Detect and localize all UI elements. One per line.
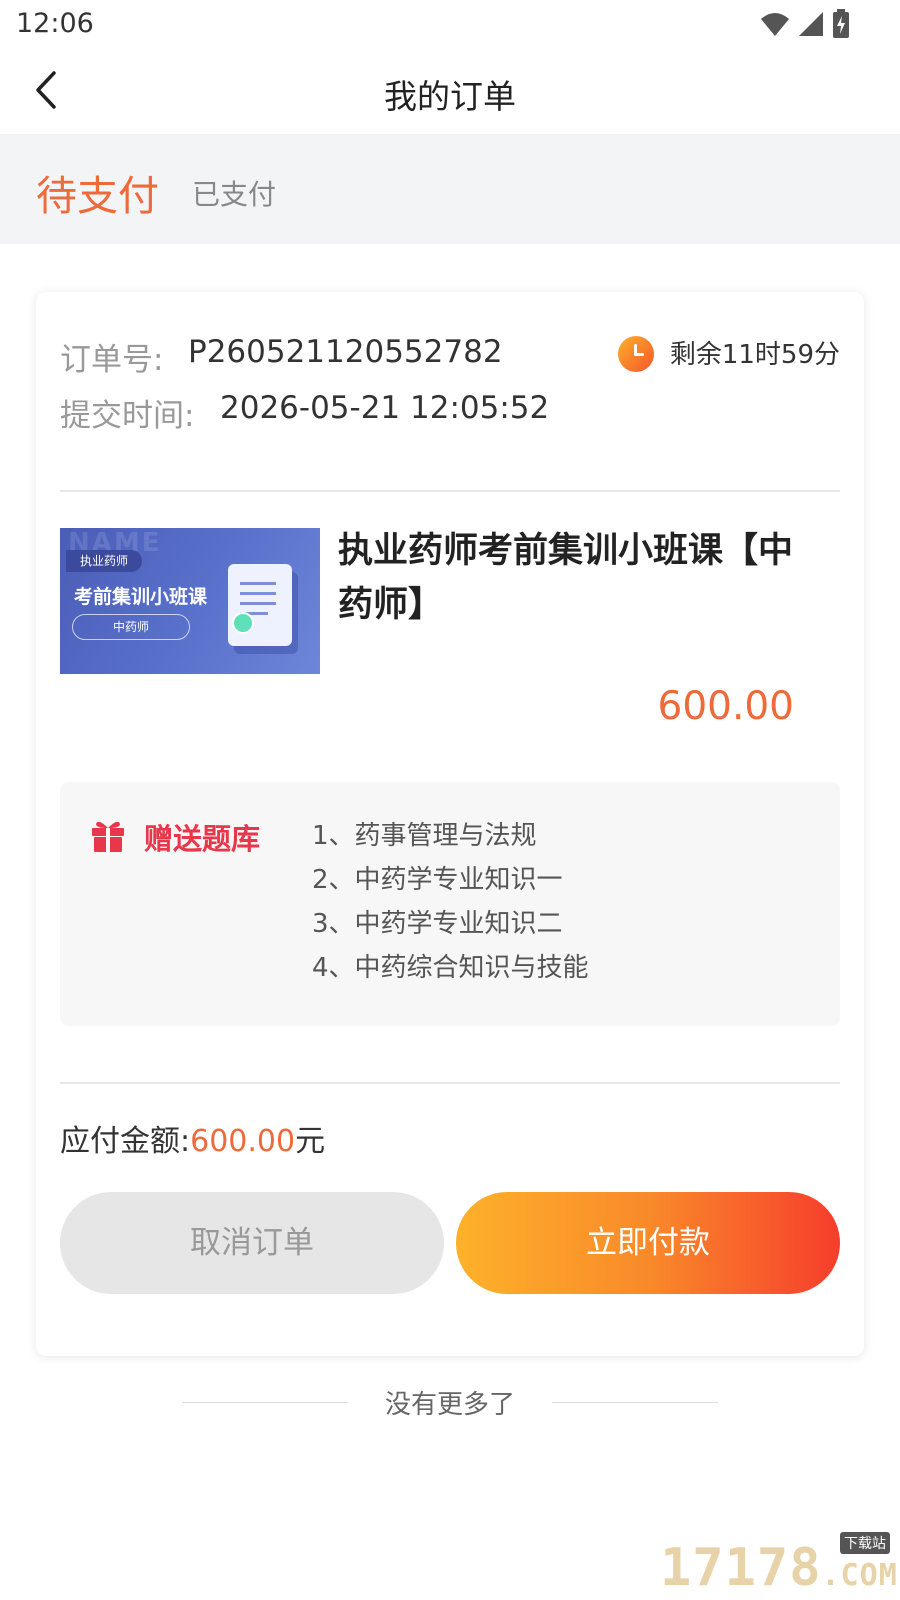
order-tabs: 待支付 已支付 bbox=[0, 134, 900, 244]
gift-list-item: 2、中药学专业知识一 bbox=[312, 865, 563, 895]
gift-question-bank: 赠送题库 1、药事管理与法规 2、中药学专业知识一 3、中药学专业知识二 4、中… bbox=[60, 782, 840, 1026]
gift-label: 赠送题库 bbox=[144, 822, 261, 856]
divider bbox=[60, 490, 840, 492]
gift-list-item: 3、中药学专业知识二 bbox=[312, 909, 563, 939]
pay-now-button[interactable]: 立即付款 bbox=[456, 1192, 840, 1294]
divider bbox=[60, 1082, 840, 1084]
amount-due: 应付金额:600.00元 bbox=[60, 1116, 325, 1160]
nav-bar: 我的订单 bbox=[0, 50, 900, 134]
watermark-badge: 下载站 bbox=[840, 1532, 890, 1554]
divider bbox=[552, 1402, 718, 1403]
document-icon bbox=[228, 564, 292, 646]
countdown-text: 剩余11时59分 bbox=[669, 339, 840, 370]
signal-icon bbox=[798, 11, 824, 41]
course-thumbnail[interactable]: NAME 执业药师 考前集训小班课 中药师 bbox=[60, 528, 320, 674]
status-bar: 12:06 bbox=[0, 0, 900, 50]
site-watermark: 17178.COM 下载站 bbox=[660, 1532, 897, 1598]
cancel-order-button[interactable]: 取消订单 bbox=[60, 1192, 444, 1294]
gift-list-item: 4、中药综合知识与技能 bbox=[312, 953, 589, 983]
course-price: 600.00 bbox=[657, 684, 794, 729]
order-number: P260521120552782 bbox=[188, 334, 503, 370]
clock-icon bbox=[617, 336, 654, 372]
battery-charging-icon bbox=[832, 9, 850, 43]
tab-paid[interactable]: 已支付 bbox=[192, 173, 276, 213]
thumbnail-title: 考前集训小班课 bbox=[74, 586, 208, 608]
order-number-label: 订单号: bbox=[60, 342, 164, 378]
gift-list-item: 1、药事管理与法规 bbox=[312, 821, 537, 851]
gift-icon bbox=[90, 818, 126, 852]
submit-time-label: 提交时间: bbox=[60, 398, 195, 434]
status-icons bbox=[760, 9, 850, 43]
amount-due-value: 600.00 bbox=[190, 1124, 296, 1159]
status-time: 12:06 bbox=[16, 8, 94, 39]
countdown: 剩余11时59分 bbox=[617, 332, 840, 372]
no-more-text: 没有更多了 bbox=[384, 1390, 515, 1420]
no-more-indicator: 没有更多了 bbox=[0, 1382, 900, 1422]
page-title: 我的订单 bbox=[384, 77, 516, 116]
order-card: 订单号: P260521120552782 提交时间: 2026-05-21 1… bbox=[36, 292, 864, 1356]
thumbnail-tag: 执业药师 bbox=[66, 550, 143, 572]
gift-list: 1、药事管理与法规 2、中药学专业知识一 3、中药学专业知识二 4、中药综合知识… bbox=[312, 818, 589, 994]
wifi-icon bbox=[760, 11, 790, 41]
tab-pending-payment[interactable]: 待支付 bbox=[36, 162, 159, 222]
check-badge-icon bbox=[232, 612, 254, 634]
amount-due-label: 应付金额: bbox=[60, 1124, 191, 1159]
submit-time: 2026-05-21 12:05:52 bbox=[220, 390, 550, 426]
thumbnail-pill: 中药师 bbox=[72, 614, 190, 640]
amount-due-unit: 元 bbox=[295, 1124, 326, 1159]
course-title[interactable]: 执业药师考前集训小班课【中药师】 bbox=[338, 524, 808, 632]
